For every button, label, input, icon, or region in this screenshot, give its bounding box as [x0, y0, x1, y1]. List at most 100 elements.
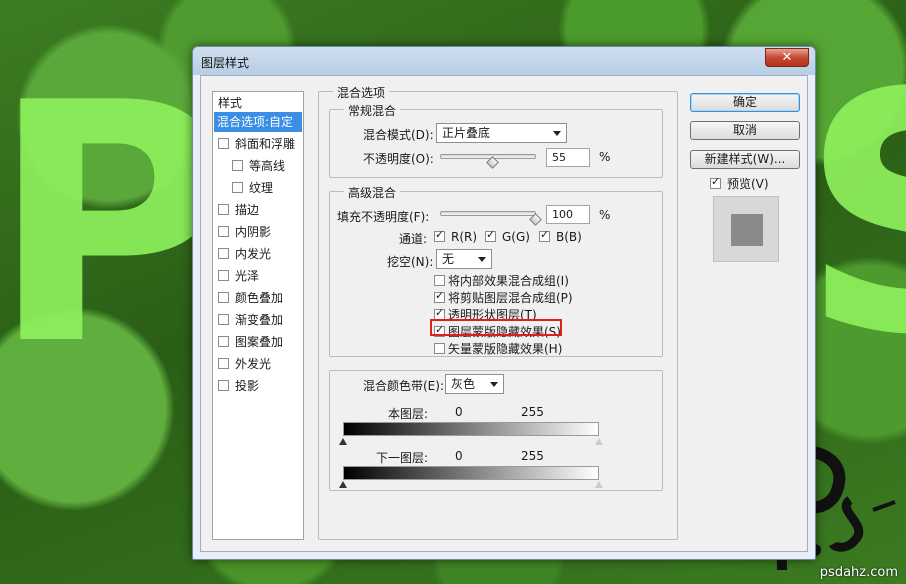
checkbox-icon: [434, 228, 445, 242]
this-layer-max: 255: [521, 405, 544, 419]
general-blending-group: 常规混合 混合模式(D): 正片叠底 不透明度(O): 55 %: [329, 102, 663, 178]
underlying-layer-max: 255: [521, 449, 544, 463]
fill-opacity-input[interactable]: 100: [546, 205, 590, 224]
blend-if-group: 混合颜色带(E): 灰色 本图层: 0 255 下一图层: 0 255: [329, 370, 663, 491]
knockout-value: 无: [442, 252, 455, 266]
channel-b-label: B(B): [556, 230, 582, 244]
style-list-item[interactable]: 内发光: [214, 244, 302, 264]
checkbox-icon[interactable]: [218, 248, 229, 259]
checkbox-icon: [710, 175, 721, 189]
fill-opacity-unit: %: [599, 208, 611, 222]
checkbox-icon: [539, 228, 550, 242]
style-list-item-label: 等高线: [249, 159, 286, 173]
style-preview-thumbnail: [713, 196, 779, 262]
fill-opacity-slider-track[interactable]: [440, 211, 536, 216]
underlying-layer-gradient[interactable]: [343, 466, 599, 480]
close-button[interactable]: ✕: [765, 48, 809, 67]
style-list-item-label: 颜色叠加: [235, 291, 284, 305]
channel-r-label: R(R): [451, 230, 478, 244]
this-layer-label: 本图层:: [388, 407, 429, 421]
this-layer-gradient[interactable]: [343, 422, 599, 436]
this-layer-black-slider[interactable]: [339, 438, 347, 445]
checkbox-icon[interactable]: [218, 204, 229, 215]
chevron-down-icon: [490, 382, 498, 387]
style-list-item-label: 外发光: [235, 357, 272, 371]
opacity-input[interactable]: 55: [546, 148, 590, 167]
style-list-item[interactable]: 斜面和浮雕: [214, 134, 302, 154]
dialog-client: 样式 混合选项:自定 斜面和浮雕 等高线 纹理 描边 内阴影 内发光 光泽 颜色叠加 渐变叠加 图案…: [200, 75, 808, 552]
channel-r-checkbox[interactable]: R(R): [434, 228, 478, 244]
title-bar[interactable]: 图层样式 ✕: [193, 47, 815, 75]
new-style-button[interactable]: 新建样式(W)...: [690, 150, 800, 169]
style-list-item-label: 投影: [235, 379, 260, 393]
this-layer-white-slider[interactable]: [595, 438, 603, 445]
blend-if-select[interactable]: 灰色: [445, 374, 504, 394]
underlying-layer-min: 0: [455, 449, 463, 463]
style-list-item[interactable]: 内阴影: [214, 222, 302, 242]
style-list-item[interactable]: 混合选项:自定: [214, 112, 302, 132]
checkbox-icon[interactable]: [218, 380, 229, 391]
opacity-label: 不透明度(O):: [363, 152, 434, 166]
watermark-url: psdahz.com: [819, 565, 898, 580]
channel-g-label: G(G): [502, 230, 530, 244]
checkbox-icon[interactable]: [218, 314, 229, 325]
checkbox-icon[interactable]: [218, 270, 229, 281]
style-list-item[interactable]: 纹理: [214, 178, 302, 198]
chevron-down-icon: [553, 131, 561, 136]
advanced-blending-title: 高级混合: [344, 184, 401, 201]
layer-style-dialog: 图层样式 ✕ 样式 混合选项:自定 斜面和浮雕 等高线 纹理 描边 内阴影 内发光 光泽 颜色叠…: [192, 46, 816, 560]
checkbox-icon[interactable]: [218, 226, 229, 237]
general-blending-title: 常规混合: [344, 102, 401, 119]
style-list-item[interactable]: 图案叠加: [214, 332, 302, 352]
blend-mode-value: 正片叠底: [442, 126, 491, 140]
checkbox-icon[interactable]: [218, 336, 229, 347]
style-list-item[interactable]: 等高线: [214, 156, 302, 176]
knockout-select[interactable]: 无: [436, 249, 492, 269]
style-list-item-label: 渐变叠加: [235, 313, 284, 327]
checkbox-icon[interactable]: [218, 292, 229, 303]
style-list-item[interactable]: 外发光: [214, 354, 302, 374]
highlight-annotation-box: [430, 319, 562, 336]
preview-swatch: [731, 214, 763, 246]
style-list-item[interactable]: 渐变叠加: [214, 310, 302, 330]
advanced-option-label: 将剪贴图层混合成组(P): [448, 291, 573, 305]
ok-button[interactable]: 确定: [690, 93, 800, 112]
close-icon: ✕: [781, 50, 793, 65]
opacity-slider-track[interactable]: [440, 154, 536, 159]
style-list-item-label: 混合选项:自定: [217, 115, 294, 129]
preview-label: 预览(V): [727, 177, 769, 191]
advanced-option-checkbox[interactable]: 将剪贴图层混合成组(P): [434, 289, 573, 305]
style-list-item[interactable]: 光泽: [214, 266, 302, 286]
checkbox-icon[interactable]: [232, 160, 243, 171]
checkbox-icon[interactable]: [232, 182, 243, 193]
underlying-layer-black-slider[interactable]: [339, 481, 347, 488]
style-list-item[interactable]: 颜色叠加: [214, 288, 302, 308]
fill-opacity-label: 填充不透明度(F):: [337, 210, 430, 224]
blending-options-panel: 混合选项 常规混合 混合模式(D): 正片叠底 不透明度(O): 55 % 高级…: [318, 84, 678, 540]
channel-g-checkbox[interactable]: G(G): [485, 228, 530, 244]
checkbox-icon[interactable]: [218, 138, 229, 149]
advanced-option-label: 将内部效果混合成组(I): [448, 274, 569, 288]
channel-b-checkbox[interactable]: B(B): [539, 228, 582, 244]
style-list-item-label: 图案叠加: [235, 335, 284, 349]
style-list-item-label: 斜面和浮雕: [235, 137, 296, 151]
style-list-item[interactable]: 描边: [214, 200, 302, 220]
style-list-item-label: 内阴影: [235, 225, 272, 239]
blending-options-title: 混合选项: [333, 84, 390, 101]
style-list-item-label: 描边: [235, 203, 260, 217]
cancel-button[interactable]: 取消: [690, 121, 800, 140]
preview-checkbox[interactable]: 预览(V): [710, 175, 769, 191]
blend-if-value: 灰色: [451, 377, 476, 391]
advanced-blending-group: 高级混合 填充不透明度(F): 100 % 通道: R(R) G(G) B(B)…: [329, 184, 663, 357]
blend-if-label: 混合颜色带(E):: [363, 379, 444, 393]
advanced-option-checkbox[interactable]: 将内部效果混合成组(I): [434, 274, 569, 288]
advanced-option-checkbox[interactable]: 矢量蒙版隐藏效果(H): [434, 342, 562, 356]
underlying-layer-label: 下一图层:: [376, 451, 429, 465]
style-list-item-label: 光泽: [235, 269, 260, 283]
style-list-item[interactable]: 投影: [214, 376, 302, 396]
checkbox-icon[interactable]: [218, 358, 229, 369]
blend-mode-select[interactable]: 正片叠底: [436, 123, 567, 143]
channels-label: 通道:: [399, 232, 428, 246]
underlying-layer-white-slider[interactable]: [595, 481, 603, 488]
checkbox-icon: [434, 289, 445, 303]
